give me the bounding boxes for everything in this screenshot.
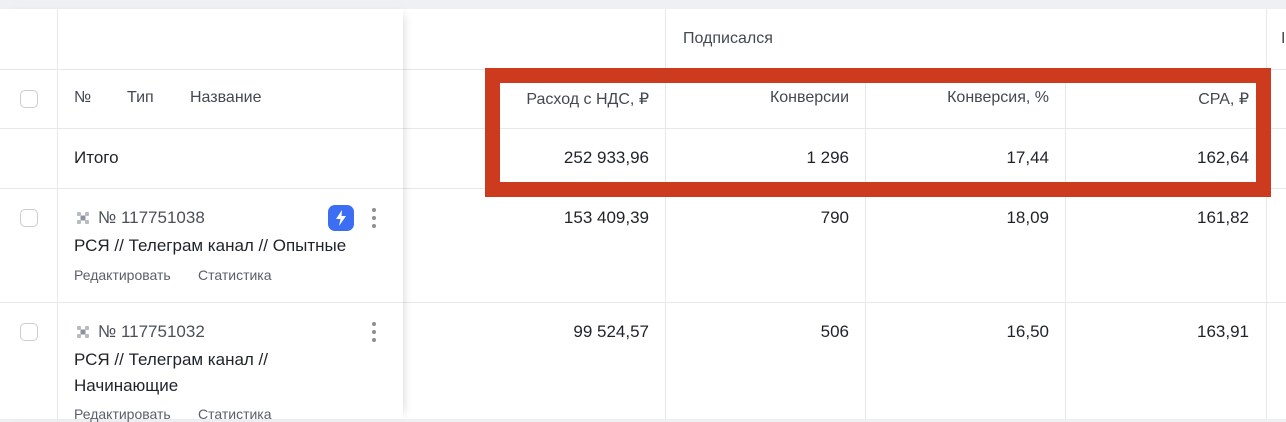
campaign-id[interactable]: № 117751038 [98,208,205,228]
campaign-table: Подписался I Расход с НДС, ₽ Конверсии К… [0,0,1286,422]
total-label: Итого [74,148,119,167]
row-cpa: 161,82 [1197,208,1249,227]
total-conversions: 1 296 [806,148,849,167]
frozen-columns-panel: № Тип Название Итого № 117751038 РСЯ // … [0,9,403,422]
row-divider [403,302,1286,303]
row-conversion-rate: 18,09 [1006,208,1049,227]
row-divider [0,69,403,70]
row-divider [0,188,403,189]
statistics-link[interactable]: Статистика [198,267,272,283]
goal-group-header: Подписался [683,30,773,47]
row-divider [403,128,1286,129]
row-checkbox[interactable] [20,323,38,341]
column-header-conversion-rate[interactable]: Конверсия, % [947,89,1049,107]
row-divider [0,302,403,303]
row-checkbox[interactable] [20,209,38,227]
campaign-id[interactable]: № 117751032 [98,322,205,342]
row-conversion-rate: 16,50 [1006,322,1049,341]
column-header-conversions[interactable]: Конверсии [770,89,849,107]
edit-link[interactable]: Редактировать [74,406,171,422]
edit-link[interactable]: Редактировать [74,267,171,283]
column-header-number[interactable]: № [74,89,91,107]
column-divider [57,9,58,419]
row-spend: 153 409,39 [563,208,649,227]
row-cpa: 163,91 [1197,322,1249,341]
row-divider [403,188,1286,189]
select-all-checkbox[interactable] [20,90,38,108]
campaign-name[interactable]: РСЯ // Телеграм канал // Опытные [74,233,389,259]
column-divider [665,9,666,419]
column-header-cpa[interactable]: CPA, ₽ [1198,89,1249,109]
column-divider [865,69,866,419]
next-group-header: I [1281,30,1286,47]
network-campaign-icon [77,212,89,224]
total-cpa: 162,64 [1197,148,1249,167]
column-header-type[interactable]: Тип [127,89,154,107]
column-header-spend[interactable]: Расход с НДС, ₽ [526,89,649,109]
total-conversion-rate: 17,44 [1006,148,1049,167]
autostrategy-badge[interactable] [328,205,354,231]
total-spend: 252 933,96 [563,148,649,167]
column-header-name[interactable]: Название [190,89,262,107]
row-divider [0,128,403,129]
row-menu-icon[interactable] [372,322,376,342]
row-conversions: 506 [820,322,849,341]
top-strip [0,0,1286,9]
lightning-icon [336,210,346,226]
row-spend: 99 524,57 [573,322,649,341]
row-conversions: 790 [820,208,849,227]
column-divider [1266,9,1267,419]
column-divider [1065,69,1066,419]
row-divider [403,69,1286,70]
campaign-name[interactable]: РСЯ // Телеграм канал // Начинающие [74,347,314,399]
network-campaign-icon [77,326,89,338]
row-menu-icon[interactable] [372,208,376,228]
statistics-link[interactable]: Статистика [198,406,272,422]
